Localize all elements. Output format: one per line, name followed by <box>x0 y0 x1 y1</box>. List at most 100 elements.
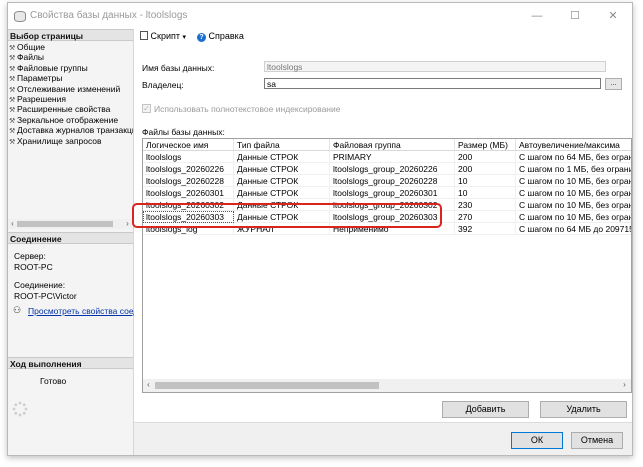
wrench-icon: ⚒ <box>9 86 16 94</box>
nav-item-mirroring[interactable]: ⚒ Зеркальное отображение <box>9 115 133 125</box>
server-label: Сервер: <box>14 251 46 261</box>
nav-item-log-shipping[interactable]: ⚒ Доставка журналов транзакций <box>9 125 133 135</box>
nav-item-general[interactable]: ⚒ Общие <box>9 42 133 52</box>
dropdown-arrow-icon: ▾ <box>182 34 187 41</box>
browse-owner-button[interactable]: ... <box>605 78 622 90</box>
highlight-annotation <box>132 203 442 228</box>
cell-autogrowth[interactable]: С шагом по 10 МБ, без огран <box>516 187 631 199</box>
cell-filegroup[interactable]: ltoolslogs_group_20260228 <box>330 175 455 187</box>
scroll-left-icon[interactable]: ‹ <box>144 380 153 390</box>
cancel-button[interactable]: Отмена <box>571 432 623 449</box>
maximize-button[interactable]: ☐ <box>560 7 590 25</box>
db-name-label: Имя базы данных: <box>142 63 215 73</box>
cell-autogrowth[interactable]: С шагом по 64 МБ, без ограни <box>516 151 631 163</box>
scrollbar-thumb[interactable] <box>17 221 113 227</box>
help-button[interactable]: ? Справка <box>197 31 244 42</box>
nav-item-options[interactable]: ⚒ Параметры <box>9 73 133 83</box>
toolbar: Скрипт ▾ ? Справка <box>134 29 632 44</box>
nav-item-change-tracking[interactable]: ⚒ Отслеживание изменений <box>9 84 133 94</box>
fulltext-label: Использовать полнотекстовое индексирован… <box>154 104 341 114</box>
cell-logical-name[interactable]: ltoolslogs_20260226 <box>143 163 234 175</box>
column-header-autogrowth[interactable]: Автоувеличение/максима <box>516 139 631 151</box>
cell-file-type[interactable]: Данные СТРОК <box>234 175 330 187</box>
connection-label: Соединение: <box>14 280 66 290</box>
database-properties-window: Свойства базы данных - ltoolslogs — ☐ ✕ … <box>7 2 633 456</box>
cell-filegroup[interactable]: ltoolslogs_group_20260301 <box>330 187 455 199</box>
cell-filegroup[interactable]: PRIMARY <box>330 151 455 163</box>
db-name-field[interactable]: ltoolslogs <box>264 61 606 72</box>
nav-item-extended-properties[interactable]: ⚒ Расширенные свойства <box>9 104 133 114</box>
wrench-icon: ⚒ <box>9 117 16 125</box>
wrench-icon: ⚒ <box>9 128 16 136</box>
column-header-file-type[interactable]: Тип файла <box>234 139 330 151</box>
scroll-right-icon[interactable]: › <box>620 380 629 390</box>
progress-header: Ход выполнения <box>8 357 133 369</box>
column-header-size[interactable]: Размер (МБ) <box>455 139 516 151</box>
column-header-logical-name[interactable]: Логическое имя <box>143 139 234 151</box>
remove-button[interactable]: Удалить <box>540 401 627 418</box>
nav-item-permissions[interactable]: ⚒ Разрешения <box>9 94 133 104</box>
cell-autogrowth[interactable]: С шагом по 64 МБ до 209715 <box>516 223 631 235</box>
wrench-icon: ⚒ <box>9 55 16 63</box>
cell-size[interactable]: 10 <box>455 175 516 187</box>
help-icon: ? <box>197 33 206 42</box>
page-nav-list: ⚒ Общие ⚒ Файлы ⚒ Файловые группы ⚒ Параметр… <box>9 42 133 146</box>
title-bar: Свойства базы данных - ltoolslogs — ☐ ✕ <box>8 3 632 29</box>
db-files-label: Файлы базы данных: <box>142 127 225 137</box>
table-row[interactable]: ltoolslogs_20260226 Данные СТРОК ltoolslog… <box>143 163 631 175</box>
wrench-icon: ⚒ <box>9 96 16 104</box>
cell-size[interactable]: 392 <box>455 223 516 235</box>
table-row[interactable]: ltoolslogs_20260228 Данные СТРОК ltoolslog… <box>143 175 631 187</box>
nav-item-filegroups[interactable]: ⚒ Файловые группы <box>9 63 133 73</box>
cell-size[interactable]: 200 <box>455 163 516 175</box>
progress-status: Готово <box>40 376 67 386</box>
cell-autogrowth[interactable]: С шагом по 10 МБ, без огран <box>516 175 631 187</box>
cell-logical-name[interactable]: ltoolslogs_20260301 <box>143 187 234 199</box>
connection-header: Соединение <box>8 232 133 244</box>
nav-item-files[interactable]: ⚒ Файлы <box>9 52 133 62</box>
database-icon <box>14 11 26 22</box>
cell-logical-name[interactable]: ltoolslogs <box>143 151 234 163</box>
select-page-header: Выбор страницы <box>8 29 133 41</box>
grid-horizontal-scrollbar[interactable]: ‹ › <box>143 379 631 392</box>
connection-value: ROOT-PC\Victor <box>14 291 77 301</box>
fulltext-checkbox[interactable]: ✓ <box>142 104 151 113</box>
cell-file-type[interactable]: Данные СТРОК <box>234 151 330 163</box>
cell-size[interactable]: 10 <box>455 187 516 199</box>
grid-scrollbar-thumb[interactable] <box>155 382 379 389</box>
cell-autogrowth[interactable]: С шагом по 10 МБ, без огран <box>516 211 631 223</box>
progress-spinner-icon <box>12 401 28 417</box>
cell-size[interactable]: 270 <box>455 211 516 223</box>
column-header-filegroup[interactable]: Файловая группа <box>330 139 455 151</box>
wrench-icon: ⚒ <box>9 45 16 52</box>
cell-file-type[interactable]: Данные СТРОК <box>234 187 330 199</box>
left-horizontal-scrollbar[interactable]: ‹ › <box>8 219 132 229</box>
scroll-right-icon[interactable]: › <box>123 219 132 229</box>
script-icon <box>140 31 148 40</box>
dialog-footer: ОК Отмена <box>134 422 632 455</box>
wrench-icon: ⚒ <box>9 107 16 115</box>
cell-size[interactable]: 200 <box>455 151 516 163</box>
minimize-button[interactable]: — <box>522 7 552 25</box>
ok-button[interactable]: ОК <box>511 432 563 449</box>
window-title: Свойства базы данных - ltoolslogs <box>30 10 188 21</box>
left-panel: Выбор страницы ⚒ Общие ⚒ Файлы ⚒ Файловые г… <box>8 29 167 455</box>
cell-size[interactable]: 230 <box>455 199 516 211</box>
cell-filegroup[interactable]: ltoolslogs_group_20260226 <box>330 163 455 175</box>
cell-logical-name[interactable]: ltoolslogs_20260228 <box>143 175 234 187</box>
nav-item-query-store[interactable]: ⚒ Хранилище запросов <box>9 136 133 146</box>
owner-field[interactable]: sa <box>264 78 601 89</box>
table-row[interactable]: ltoolslogs_20260301 Данные СТРОК ltoolslog… <box>143 187 631 199</box>
script-button[interactable]: Скрипт ▾ <box>140 31 186 41</box>
connection-properties-icon: ⚇ <box>13 305 22 315</box>
db-files-grid[interactable]: Логическое имя Тип файла Файловая группа… <box>142 138 632 393</box>
server-value: ROOT-PC <box>14 262 53 272</box>
cell-file-type[interactable]: Данные СТРОК <box>234 163 330 175</box>
table-row[interactable]: ltoolslogs Данные СТРОК PRIMARY 200 С шагом … <box>143 151 631 163</box>
close-button[interactable]: ✕ <box>598 7 628 25</box>
scroll-left-icon[interactable]: ‹ <box>8 219 17 229</box>
wrench-icon: ⚒ <box>9 76 16 84</box>
cell-autogrowth[interactable]: С шагом по 10 МБ, без огран <box>516 199 631 211</box>
cell-autogrowth[interactable]: С шагом по 1 МБ, без ограни <box>516 163 631 175</box>
add-button[interactable]: Добавить <box>442 401 529 418</box>
